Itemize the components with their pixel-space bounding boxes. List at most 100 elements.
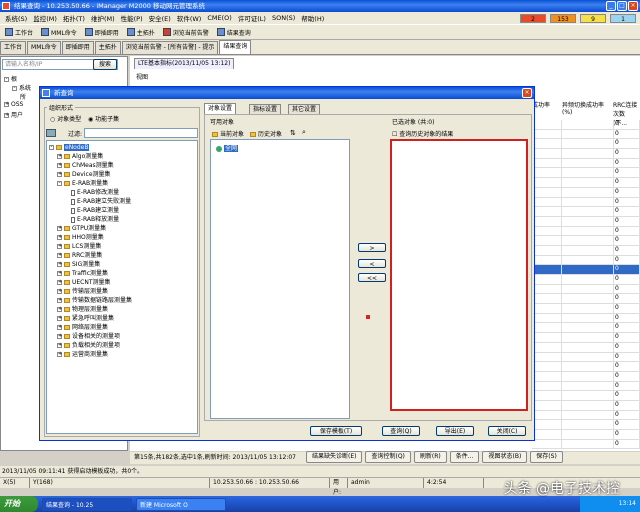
- table-row[interactable]: 0: [532, 265, 640, 275]
- table-row[interactable]: 0: [532, 342, 640, 353]
- close-button[interactable]: ×: [628, 1, 638, 11]
- save-button[interactable]: 保存(S): [530, 451, 563, 463]
- current-objects-button[interactable]: 当前对象: [212, 129, 244, 138]
- tree-group-item[interactable]: + 负载相关的测量项: [57, 341, 120, 350]
- table-row[interactable]: 0: [532, 362, 640, 372]
- tab-other-settings[interactable]: 其它设置: [288, 104, 321, 114]
- tree-user[interactable]: + 用户: [4, 110, 23, 119]
- tab-alarm[interactable]: 浏览当前告警 - [所有告警] - 提示: [121, 41, 219, 54]
- table-row[interactable]: 0: [532, 381, 640, 392]
- tree-group-item[interactable]: + GTPU测量集: [57, 224, 106, 233]
- result-grid[interactable]: 0000000000000000000000000000000000: [532, 120, 640, 450]
- table-row[interactable]: 0: [532, 371, 640, 382]
- table-row[interactable]: 0: [532, 236, 640, 246]
- menu-cme[interactable]: CME(O): [204, 14, 234, 22]
- radio-object-type[interactable]: ○ 对象类型: [50, 114, 81, 123]
- table-row[interactable]: 0: [532, 284, 640, 295]
- tree-leaf-item[interactable]: E-RAB建立失败测量: [71, 197, 131, 206]
- subtab-lte-kpi[interactable]: LTE基本指标(2013/11/05 13:12): [134, 58, 235, 69]
- toolbar-query-button[interactable]: 结果查询: [214, 26, 254, 39]
- task-new-office[interactable]: 新建 Microsoft O: [136, 497, 226, 511]
- tree-group-item[interactable]: + 运营商测量集: [57, 350, 108, 359]
- menu-performance[interactable]: 性能(P): [118, 13, 146, 23]
- tree-group-item[interactable]: + 网络层测量集: [57, 323, 108, 332]
- close-dialog-button[interactable]: 关闭(C): [488, 426, 526, 436]
- tree-oss[interactable]: + OSS: [4, 101, 23, 108]
- menu-topology[interactable]: 拓扑(T): [60, 13, 88, 23]
- available-objects-tree[interactable]: [210, 139, 350, 419]
- tree-group-item[interactable]: + HHO测量集: [57, 233, 104, 242]
- tree-group-item[interactable]: - E-RAB测量集: [57, 179, 108, 188]
- tree-group-item[interactable]: + 传输数据链路层测量集: [57, 296, 132, 305]
- table-row[interactable]: 0: [532, 391, 640, 401]
- menu-monitor[interactable]: 监控(M): [30, 13, 60, 23]
- menu-son[interactable]: SON(S): [269, 14, 298, 22]
- table-row[interactable]: 0: [532, 216, 640, 227]
- table-row[interactable]: 0: [532, 352, 640, 363]
- remove-all-button[interactable]: <<: [358, 273, 386, 282]
- alarm-minor-count[interactable]: 9: [580, 14, 606, 23]
- maximize-button[interactable]: □: [617, 1, 627, 11]
- save-template-button[interactable]: 保存模板(T): [310, 426, 362, 436]
- condition-button[interactable]: 条件...: [449, 451, 480, 463]
- filter-icon[interactable]: ⇅: [290, 129, 296, 137]
- table-row[interactable]: 0: [532, 275, 640, 285]
- tree-group-item[interactable]: + UECNT测量集: [57, 278, 111, 287]
- alarm-warning-count[interactable]: 1: [610, 14, 636, 23]
- selected-objects-list[interactable]: [390, 139, 528, 411]
- table-row[interactable]: 0: [532, 430, 640, 440]
- query-control-button[interactable]: 查询控制(Q): [365, 451, 411, 463]
- menu-maintain[interactable]: 维护(M): [88, 13, 118, 23]
- table-row[interactable]: 0: [532, 207, 640, 217]
- refresh-button[interactable]: 刷新(R): [413, 451, 447, 463]
- search-icon[interactable]: ⌕: [302, 128, 306, 137]
- table-row[interactable]: 0: [532, 226, 640, 237]
- alarm-critical-count[interactable]: 2: [520, 14, 546, 23]
- search-button[interactable]: 搜索: [93, 59, 117, 70]
- menu-license[interactable]: 许可证(L): [235, 13, 269, 23]
- table-row[interactable]: 0: [532, 168, 640, 179]
- table-row[interactable]: 0: [532, 313, 640, 324]
- measurement-tree[interactable]: - eNodeB + Algo测量集 + ChMeas测量集 + Device测量集 - E-RA…: [46, 140, 198, 434]
- toolbar-plugplay-button[interactable]: 即插即用: [82, 26, 122, 39]
- tab-mml[interactable]: MML命令: [27, 41, 61, 54]
- table-row[interactable]: 0: [532, 197, 640, 208]
- table-row[interactable]: 0: [532, 304, 640, 314]
- tree-group-item[interactable]: + Traffic测量集: [57, 269, 108, 278]
- task-result-query[interactable]: 结果查询 - 10.25: [42, 497, 132, 511]
- menu-software[interactable]: 软件(W): [174, 13, 205, 23]
- tab-workbench[interactable]: 工作台: [0, 41, 27, 54]
- dialog-close-button[interactable]: ×: [522, 88, 532, 98]
- tree-group-item[interactable]: + ChMeas测量集: [57, 161, 114, 170]
- tree-enodeb[interactable]: - eNodeB: [49, 143, 90, 152]
- table-row[interactable]: 0: [532, 420, 640, 430]
- menu-security[interactable]: 安全(E): [146, 13, 174, 23]
- toolbar-topology-button[interactable]: 主拓扑: [124, 26, 158, 39]
- tree-root[interactable]: -根: [4, 74, 17, 83]
- query-button[interactable]: 查询(Q): [382, 426, 420, 436]
- table-row[interactable]: 0: [532, 149, 640, 159]
- start-button[interactable]: 开始: [0, 496, 38, 512]
- table-row[interactable]: 0: [532, 410, 640, 421]
- tree-tools-icon[interactable]: [46, 129, 56, 137]
- object-root[interactable]: 全网: [216, 143, 239, 152]
- radio-function-subset[interactable]: ◉ 功能子集: [88, 114, 119, 123]
- table-row[interactable]: 0: [532, 178, 640, 188]
- table-row[interactable]: 0: [532, 400, 640, 411]
- menu-help[interactable]: 帮助(H): [298, 13, 327, 23]
- table-row[interactable]: 0: [532, 255, 640, 266]
- tree-group-item[interactable]: + 设备相关的测量项: [57, 332, 120, 341]
- table-row[interactable]: 0: [532, 139, 640, 150]
- tree-leaf-item[interactable]: E-RAB建立测量: [71, 206, 119, 215]
- history-objects-button[interactable]: 历史对象: [250, 129, 282, 138]
- tree-leaf-item[interactable]: E-RAB修改测量: [71, 188, 119, 197]
- tree-group-item[interactable]: + 物理层测量集: [57, 305, 108, 314]
- tree-group-item[interactable]: + 传输层测量集: [57, 287, 108, 296]
- minimize-button[interactable]: _: [606, 1, 616, 11]
- table-row[interactable]: 0: [532, 245, 640, 256]
- tree-group-item[interactable]: + Algo测量集: [57, 152, 103, 161]
- table-row[interactable]: 0: [532, 129, 640, 140]
- tree-system[interactable]: - 系统: [12, 83, 31, 92]
- toolbar-alarm-button[interactable]: 浏览当前告警: [160, 26, 212, 39]
- menu-system[interactable]: 系统(S): [2, 13, 30, 23]
